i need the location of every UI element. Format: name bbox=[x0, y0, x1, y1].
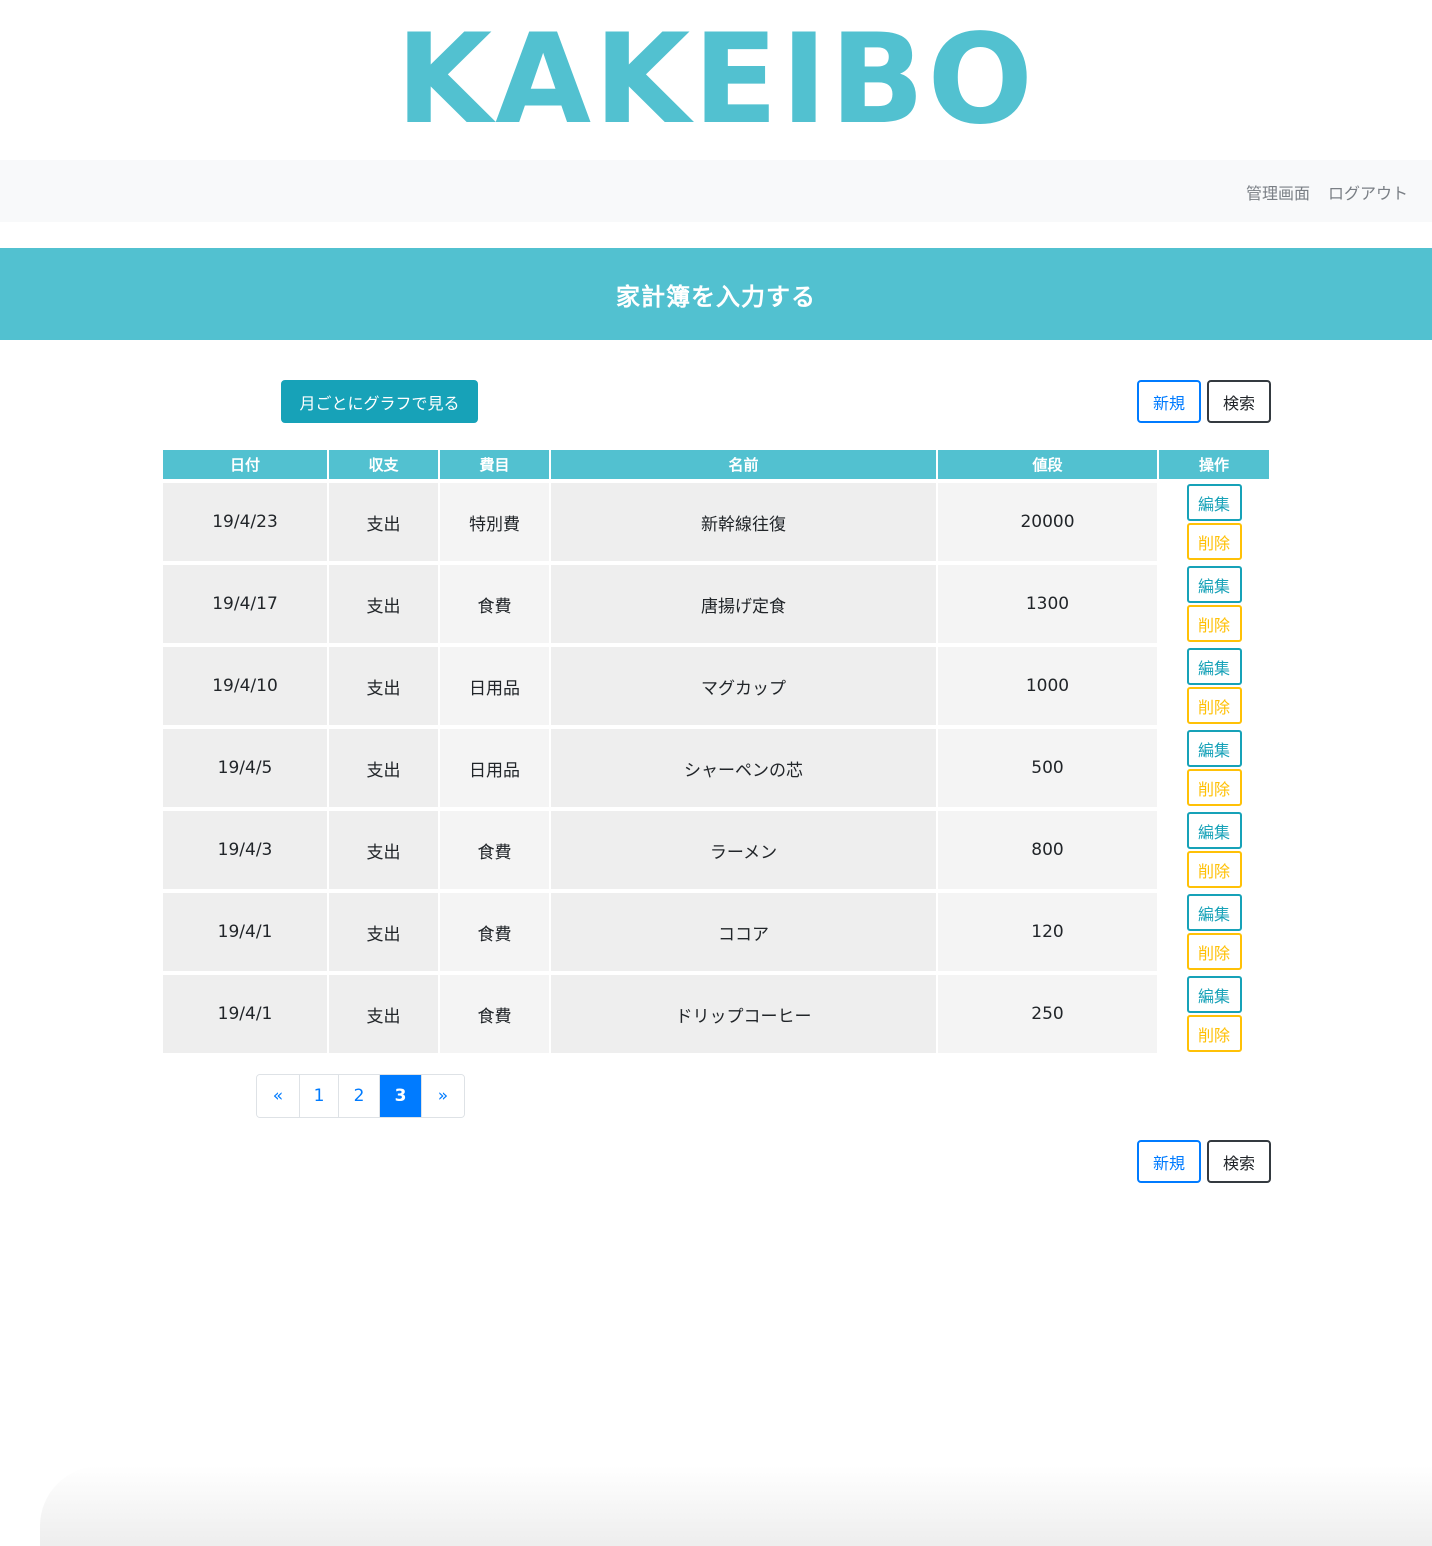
cell-price: 1000 bbox=[938, 647, 1157, 725]
pagination-prev[interactable]: « bbox=[257, 1075, 300, 1117]
cell-category: 特別費 bbox=[440, 483, 549, 561]
edit-button[interactable]: 編集 bbox=[1186, 894, 1242, 931]
cell-price: 120 bbox=[938, 893, 1157, 971]
table-row: 19/4/10 支出 日用品 マグカップ 1000 編集 削除 bbox=[163, 647, 1269, 725]
cell-actions: 編集 削除 bbox=[1159, 975, 1269, 1053]
cell-actions: 編集 削除 bbox=[1159, 647, 1269, 725]
new-button-bottom[interactable]: 新規 bbox=[1137, 1140, 1201, 1183]
delete-button[interactable]: 削除 bbox=[1186, 851, 1242, 888]
pagination-page-1[interactable]: 1 bbox=[300, 1075, 339, 1117]
delete-button[interactable]: 削除 bbox=[1186, 769, 1242, 806]
navbar: 管理画面 ログアウト bbox=[0, 160, 1432, 222]
pagination-page-3-active[interactable]: 3 bbox=[380, 1075, 422, 1117]
cell-actions: 編集 削除 bbox=[1159, 893, 1269, 971]
nav-admin-link[interactable]: 管理画面 bbox=[1246, 180, 1310, 204]
cell-type: 支出 bbox=[329, 893, 438, 971]
cell-actions: 編集 削除 bbox=[1159, 483, 1269, 561]
cell-price: 500 bbox=[938, 729, 1157, 807]
cell-actions: 編集 削除 bbox=[1159, 565, 1269, 643]
expense-table: 日付 収支 費目 名前 値段 操作 19/4/23 支出 特別費 新幹線往復 2… bbox=[161, 446, 1271, 1057]
edit-button[interactable]: 編集 bbox=[1186, 976, 1242, 1013]
cell-date: 19/4/17 bbox=[163, 565, 327, 643]
search-button-top[interactable]: 検索 bbox=[1207, 380, 1271, 423]
cell-date: 19/4/3 bbox=[163, 811, 327, 889]
delete-button[interactable]: 削除 bbox=[1186, 605, 1242, 642]
page-title: 家計簿を入力する bbox=[616, 282, 816, 311]
table-row: 19/4/1 支出 食費 ドリップコーヒー 250 編集 削除 bbox=[163, 975, 1269, 1053]
table-row: 19/4/23 支出 特別費 新幹線往復 20000 編集 削除 bbox=[163, 483, 1269, 561]
edit-button[interactable]: 編集 bbox=[1186, 648, 1242, 685]
cell-price: 20000 bbox=[938, 483, 1157, 561]
header-category: 費目 bbox=[440, 450, 549, 479]
header-price: 値段 bbox=[938, 450, 1157, 479]
cell-type: 支出 bbox=[329, 975, 438, 1053]
delete-button[interactable]: 削除 bbox=[1186, 1015, 1242, 1052]
monthly-graph-button[interactable]: 月ごとにグラフで見る bbox=[281, 380, 478, 423]
header-name: 名前 bbox=[551, 450, 936, 479]
delete-button[interactable]: 削除 bbox=[1186, 933, 1242, 970]
page-banner: 家計簿を入力する bbox=[0, 248, 1432, 340]
cell-name: 新幹線往復 bbox=[551, 483, 936, 561]
search-button-bottom[interactable]: 検索 bbox=[1207, 1140, 1271, 1183]
edit-button[interactable]: 編集 bbox=[1186, 566, 1242, 603]
cell-price: 800 bbox=[938, 811, 1157, 889]
cell-name: ココア bbox=[551, 893, 936, 971]
nav-links: 管理画面 ログアウト bbox=[1246, 180, 1408, 204]
cell-date: 19/4/5 bbox=[163, 729, 327, 807]
cell-type: 支出 bbox=[329, 647, 438, 725]
cell-type: 支出 bbox=[329, 565, 438, 643]
delete-button[interactable]: 削除 bbox=[1186, 523, 1242, 560]
header-type: 収支 bbox=[329, 450, 438, 479]
cell-name: ドリップコーヒー bbox=[551, 975, 936, 1053]
window-shadow bbox=[40, 1466, 1432, 1546]
cell-type: 支出 bbox=[329, 811, 438, 889]
expense-table-container: 日付 収支 費目 名前 値段 操作 19/4/23 支出 特別費 新幹線往復 2… bbox=[163, 450, 1269, 1053]
cell-name: 唐揚げ定食 bbox=[551, 565, 936, 643]
cell-date: 19/4/1 bbox=[163, 893, 327, 971]
table-row: 19/4/1 支出 食費 ココア 120 編集 削除 bbox=[163, 893, 1269, 971]
table-row: 19/4/5 支出 日用品 シャーペンの芯 500 編集 削除 bbox=[163, 729, 1269, 807]
cell-category: 食費 bbox=[440, 893, 549, 971]
cell-name: ラーメン bbox=[551, 811, 936, 889]
cell-category: 食費 bbox=[440, 975, 549, 1053]
delete-button[interactable]: 削除 bbox=[1186, 687, 1242, 724]
cell-actions: 編集 削除 bbox=[1159, 729, 1269, 807]
cell-category: 日用品 bbox=[440, 647, 549, 725]
pagination: « 1 2 3 » bbox=[256, 1074, 465, 1118]
cell-type: 支出 bbox=[329, 483, 438, 561]
header-date: 日付 bbox=[163, 450, 327, 479]
table-row: 19/4/3 支出 食費 ラーメン 800 編集 削除 bbox=[163, 811, 1269, 889]
cell-category: 日用品 bbox=[440, 729, 549, 807]
cell-price: 1300 bbox=[938, 565, 1157, 643]
cell-category: 食費 bbox=[440, 811, 549, 889]
new-button-top[interactable]: 新規 bbox=[1137, 380, 1201, 423]
cell-price: 250 bbox=[938, 975, 1157, 1053]
cell-date: 19/4/23 bbox=[163, 483, 327, 561]
pagination-next[interactable]: » bbox=[422, 1075, 464, 1117]
table-row: 19/4/17 支出 食費 唐揚げ定食 1300 編集 削除 bbox=[163, 565, 1269, 643]
header: KAKEIBO bbox=[0, 0, 1432, 160]
header-actions: 操作 bbox=[1159, 450, 1269, 479]
cell-date: 19/4/10 bbox=[163, 647, 327, 725]
cell-date: 19/4/1 bbox=[163, 975, 327, 1053]
cell-name: シャーペンの芯 bbox=[551, 729, 936, 807]
cell-type: 支出 bbox=[329, 729, 438, 807]
edit-button[interactable]: 編集 bbox=[1186, 730, 1242, 767]
site-logo[interactable]: KAKEIBO bbox=[396, 18, 1036, 142]
cell-category: 食費 bbox=[440, 565, 549, 643]
edit-button[interactable]: 編集 bbox=[1186, 812, 1242, 849]
table-header-row: 日付 収支 費目 名前 値段 操作 bbox=[163, 450, 1269, 479]
nav-logout-link[interactable]: ログアウト bbox=[1328, 180, 1408, 204]
cell-actions: 編集 削除 bbox=[1159, 811, 1269, 889]
cell-name: マグカップ bbox=[551, 647, 936, 725]
pagination-page-2[interactable]: 2 bbox=[339, 1075, 380, 1117]
edit-button[interactable]: 編集 bbox=[1186, 484, 1242, 521]
